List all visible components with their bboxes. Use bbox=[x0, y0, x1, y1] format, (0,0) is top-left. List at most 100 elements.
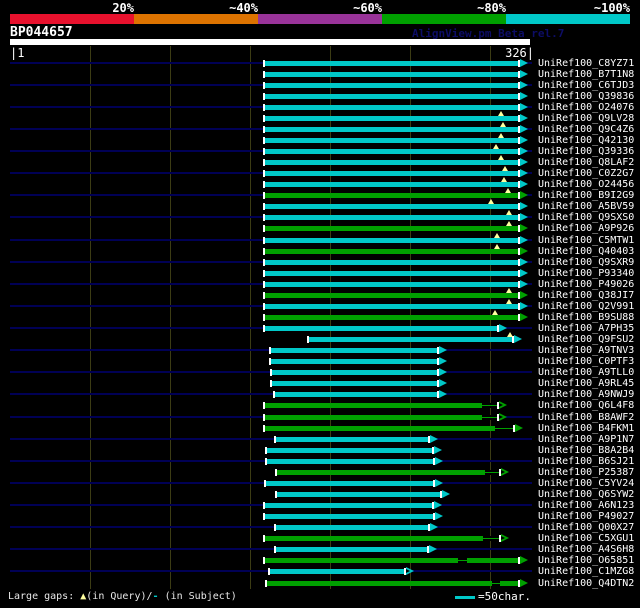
alignment-bar[interactable] bbox=[263, 204, 518, 210]
alignment-bar[interactable] bbox=[263, 160, 518, 166]
row-label[interactable]: UniRef100_B6SJ21 bbox=[538, 456, 634, 467]
alignment-bar[interactable] bbox=[263, 259, 518, 265]
alignment-bar[interactable] bbox=[263, 126, 518, 132]
row-label[interactable]: UniRef100_Q9C4Z6 bbox=[538, 124, 634, 135]
alignment-bar[interactable] bbox=[263, 237, 518, 243]
alignment-bar[interactable] bbox=[263, 193, 518, 199]
alignment-bar[interactable] bbox=[269, 359, 437, 365]
row-label[interactable]: UniRef100_A7PH35 bbox=[538, 323, 634, 334]
row-label[interactable]: UniRef100_B9I2G9 bbox=[538, 190, 634, 201]
row-label[interactable]: UniRef100_Q40403 bbox=[538, 246, 634, 257]
row-label[interactable]: UniRef100_O24076 bbox=[538, 102, 634, 113]
alignment-bar[interactable] bbox=[263, 536, 499, 542]
alignment-bar[interactable] bbox=[263, 314, 518, 320]
alignment-bar[interactable] bbox=[263, 248, 518, 254]
alignment-bar[interactable] bbox=[263, 60, 518, 66]
row-label[interactable]: UniRef100_P25387 bbox=[538, 467, 634, 478]
alignment-end-tick bbox=[263, 70, 265, 78]
alignment-bar[interactable] bbox=[263, 71, 518, 77]
row-label[interactable]: UniRef100_C0Z2G7 bbox=[538, 168, 634, 179]
alignment-bar[interactable] bbox=[270, 381, 437, 387]
row-label[interactable]: UniRef100_B8A2B4 bbox=[538, 445, 634, 456]
row-label[interactable]: UniRef100_Q39336 bbox=[538, 146, 634, 157]
row-label[interactable]: UniRef100_Q2V991 bbox=[538, 301, 634, 312]
alignment-bar[interactable] bbox=[263, 326, 497, 332]
row-label[interactable]: UniRef100_O24456 bbox=[538, 179, 634, 190]
row-label[interactable]: UniRef100_P49026 bbox=[538, 279, 634, 290]
alignment-bar[interactable] bbox=[274, 525, 428, 531]
alignment-bar[interactable] bbox=[307, 337, 512, 343]
alignment-bar[interactable] bbox=[274, 547, 427, 553]
row-label[interactable]: UniRef100_B8AWF2 bbox=[538, 412, 634, 423]
row-label[interactable]: UniRef100_Q9SXS0 bbox=[538, 212, 634, 223]
row-label[interactable]: UniRef100_Q00X27 bbox=[538, 522, 634, 533]
alignment-bar[interactable] bbox=[270, 370, 437, 376]
alignment-bar[interactable] bbox=[263, 503, 432, 509]
row-label[interactable]: UniRef100_C5MTW1 bbox=[538, 235, 634, 246]
row-label[interactable]: UniRef100_Q9SXR9 bbox=[538, 257, 634, 268]
row-label[interactable]: UniRef100_A9TNV3 bbox=[538, 345, 634, 356]
alignment-row: UniRef100_C0PTF3 bbox=[0, 356, 640, 367]
alignment-bar[interactable] bbox=[265, 447, 432, 453]
alignment-bar[interactable] bbox=[263, 403, 497, 409]
alignment-bar[interactable] bbox=[263, 226, 518, 232]
alignment-row: UniRef100_Q6SYW2 bbox=[0, 489, 640, 500]
alignment-bar[interactable] bbox=[265, 458, 433, 464]
row-label[interactable]: UniRef100_C0PTF3 bbox=[538, 356, 634, 367]
alignment-bar[interactable] bbox=[268, 569, 404, 575]
alignment-bar[interactable] bbox=[263, 137, 518, 143]
alignment-bar[interactable] bbox=[274, 436, 428, 442]
row-label[interactable]: UniRef100_P93340 bbox=[538, 268, 634, 279]
row-label[interactable]: UniRef100_C1MZG8 bbox=[538, 566, 634, 577]
alignment-bar[interactable] bbox=[263, 292, 518, 298]
alignment-bar[interactable] bbox=[263, 514, 433, 520]
alignment-bar[interactable] bbox=[263, 182, 518, 188]
row-label[interactable]: UniRef100_Q6SYW2 bbox=[538, 489, 634, 500]
alignment-bar[interactable] bbox=[263, 82, 518, 88]
alignment-bar[interactable] bbox=[263, 93, 518, 99]
alignment-bar[interactable] bbox=[263, 171, 518, 177]
row-label[interactable]: UniRef100_Q8LAF2 bbox=[538, 157, 634, 168]
alignment-bar[interactable] bbox=[269, 348, 437, 354]
row-label[interactable]: UniRef100_C6TJD3 bbox=[538, 80, 634, 91]
row-label[interactable]: UniRef100_B7T1N8 bbox=[538, 69, 634, 80]
scale-segment-60 bbox=[258, 14, 382, 24]
alignment-bar[interactable] bbox=[265, 580, 518, 586]
row-label[interactable]: UniRef100_B4FKM1 bbox=[538, 423, 634, 434]
row-label[interactable]: UniRef100_Q6L4F8 bbox=[538, 400, 634, 411]
row-label[interactable]: UniRef100_Q9FSU2 bbox=[538, 334, 634, 345]
row-label[interactable]: UniRef100_A9NWJ9 bbox=[538, 389, 634, 400]
row-label[interactable]: UniRef100_A9TLL0 bbox=[538, 367, 634, 378]
alignment-bar[interactable] bbox=[263, 104, 518, 110]
row-label[interactable]: UniRef100_O65851 bbox=[538, 555, 634, 566]
alignment-bar[interactable] bbox=[263, 414, 497, 420]
row-label[interactable]: UniRef100_A4S6H8 bbox=[538, 544, 634, 555]
row-label[interactable]: UniRef100_A6N123 bbox=[538, 500, 634, 511]
alignment-bar[interactable] bbox=[263, 425, 513, 431]
row-label[interactable]: UniRef100_Q4DTN2 bbox=[538, 578, 634, 589]
alignment-bar[interactable] bbox=[263, 115, 518, 121]
row-label[interactable]: UniRef100_Q9LV28 bbox=[538, 113, 634, 124]
row-label[interactable]: UniRef100_A9P926 bbox=[538, 223, 634, 234]
alignment-bar[interactable] bbox=[273, 392, 437, 398]
alignment-bar[interactable] bbox=[264, 480, 433, 486]
alignment-bar[interactable] bbox=[263, 281, 518, 287]
row-label[interactable]: UniRef100_C8YZ71 bbox=[538, 58, 634, 69]
row-label[interactable]: UniRef100_C5YV24 bbox=[538, 478, 634, 489]
alignment-bar[interactable] bbox=[263, 270, 518, 276]
row-label[interactable]: UniRef100_A9RL45 bbox=[538, 378, 634, 389]
row-label[interactable]: UniRef100_P49027 bbox=[538, 511, 634, 522]
row-label[interactable]: UniRef100_A5BV59 bbox=[538, 201, 634, 212]
alignment-bar[interactable] bbox=[263, 303, 518, 309]
alignment-bar[interactable] bbox=[275, 469, 499, 475]
alignment-bar[interactable] bbox=[275, 491, 440, 497]
row-label[interactable]: UniRef100_Q42130 bbox=[538, 135, 634, 146]
row-label[interactable]: UniRef100_A9P1N7 bbox=[538, 434, 634, 445]
alignment-bar[interactable] bbox=[263, 215, 518, 221]
row-label[interactable]: UniRef100_B9SU88 bbox=[538, 312, 634, 323]
row-label[interactable]: UniRef100_Q39836 bbox=[538, 91, 634, 102]
alignment-bar[interactable] bbox=[263, 558, 518, 564]
row-label[interactable]: UniRef100_C5XGU1 bbox=[538, 533, 634, 544]
row-label[interactable]: UniRef100_Q38JI7 bbox=[538, 290, 634, 301]
alignment-bar[interactable] bbox=[263, 149, 518, 154]
